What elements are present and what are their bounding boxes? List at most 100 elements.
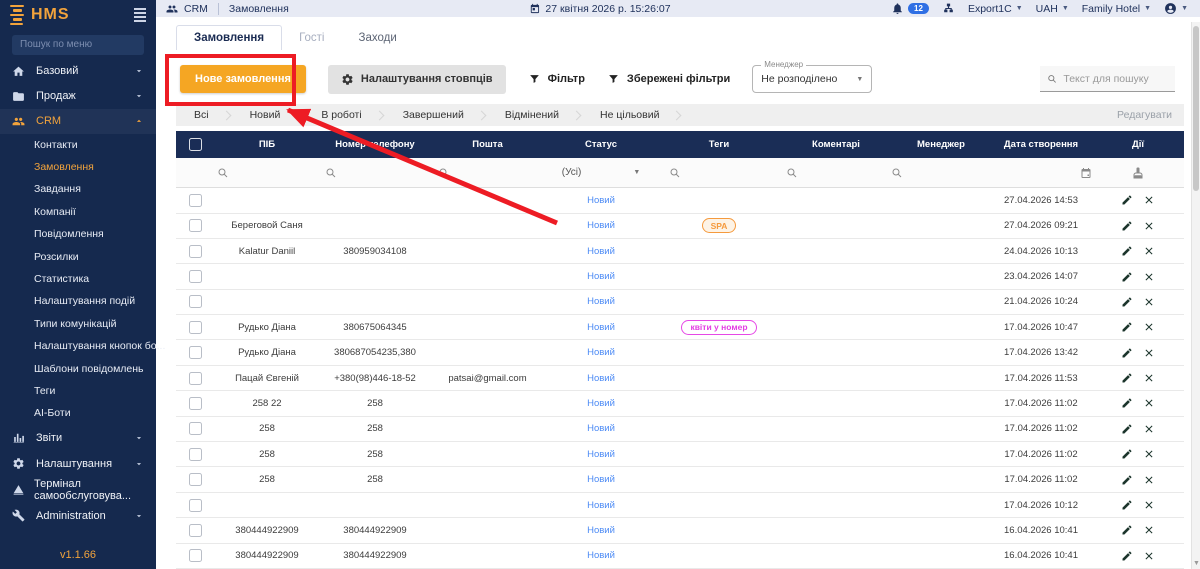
row-checkbox[interactable] bbox=[189, 193, 202, 207]
sidebar-subitem[interactable]: Шаблони повідомлень bbox=[0, 357, 156, 379]
clear-filters-icon[interactable] bbox=[1132, 167, 1144, 179]
edit-button[interactable] bbox=[1116, 245, 1138, 257]
sidebar-item[interactable]: Налаштування bbox=[0, 451, 156, 477]
notifications-button[interactable]: 12 bbox=[891, 2, 929, 15]
delete-button[interactable] bbox=[1138, 296, 1160, 308]
row-status-link[interactable]: Новий bbox=[587, 220, 615, 231]
sidebar-subitem[interactable]: Статистика bbox=[0, 268, 156, 290]
row-status-link[interactable]: Новий bbox=[587, 347, 615, 358]
edit-button[interactable] bbox=[1116, 474, 1138, 486]
edit-button[interactable] bbox=[1116, 524, 1138, 536]
row-status-link[interactable]: Новий bbox=[587, 525, 615, 536]
delete-button[interactable] bbox=[1138, 474, 1160, 486]
delete-button[interactable] bbox=[1138, 397, 1160, 409]
delete-button[interactable] bbox=[1138, 271, 1160, 283]
row-status-link[interactable]: Новий bbox=[587, 195, 615, 206]
delete-button[interactable] bbox=[1138, 245, 1160, 257]
manager-select[interactable]: Менеджер Не розподілено ▼ bbox=[752, 60, 873, 94]
delete-button[interactable] bbox=[1138, 321, 1160, 333]
search-icon[interactable] bbox=[325, 167, 337, 179]
saved-filters-button[interactable]: Збережені фільтри bbox=[607, 73, 730, 86]
row-status-link[interactable]: Новий bbox=[587, 449, 615, 460]
row-status-link[interactable]: Новий bbox=[587, 550, 615, 561]
edit-button[interactable] bbox=[1116, 296, 1138, 308]
sidebar-item[interactable]: Базовий bbox=[0, 59, 156, 84]
sidebar-subitem[interactable]: Типи комунікацій bbox=[0, 313, 156, 335]
row-status-link[interactable]: Новий bbox=[587, 271, 615, 282]
sidebar-subitem[interactable]: Завдання bbox=[0, 178, 156, 200]
tab-guests[interactable]: Гості bbox=[282, 26, 341, 50]
row-status-link[interactable]: Новий bbox=[587, 500, 615, 511]
edit-button[interactable] bbox=[1116, 220, 1138, 232]
sidebar-subitem[interactable]: Теги bbox=[0, 380, 156, 402]
scrollbar-thumb[interactable] bbox=[1193, 26, 1199, 191]
row-status-link[interactable]: Новий bbox=[587, 474, 615, 485]
delete-button[interactable] bbox=[1138, 347, 1160, 359]
row-checkbox[interactable] bbox=[189, 219, 202, 233]
column-header-email[interactable]: Пошта bbox=[431, 139, 544, 150]
delete-button[interactable] bbox=[1138, 550, 1160, 562]
edit-button[interactable] bbox=[1116, 271, 1138, 283]
edit-button[interactable] bbox=[1116, 550, 1138, 562]
status-chip[interactable]: Всі bbox=[188, 109, 215, 121]
delete-button[interactable] bbox=[1138, 194, 1160, 206]
topbar-menu-hotel[interactable]: Family Hotel ▼ bbox=[1082, 3, 1151, 15]
sidebar-subitem[interactable]: Налаштування кнопок бо... bbox=[0, 335, 165, 357]
search-icon[interactable] bbox=[892, 167, 903, 179]
sidebar-subitem[interactable]: Контакти bbox=[0, 134, 156, 156]
sidebar-subitem[interactable]: Повідомлення bbox=[0, 223, 156, 245]
row-checkbox[interactable] bbox=[189, 498, 202, 512]
search-icon[interactable] bbox=[669, 167, 681, 179]
row-checkbox[interactable] bbox=[189, 422, 202, 436]
edit-button[interactable] bbox=[1116, 194, 1138, 206]
integrations-button[interactable] bbox=[942, 2, 955, 15]
edit-chips-link[interactable]: Редагувати bbox=[1117, 109, 1172, 121]
new-order-button[interactable]: Нове замовлення bbox=[180, 65, 306, 94]
search-icon[interactable] bbox=[217, 167, 229, 179]
sidebar-subitem[interactable]: Розсилки bbox=[0, 245, 156, 267]
edit-button[interactable] bbox=[1116, 448, 1138, 460]
select-all-checkbox[interactable] bbox=[189, 138, 202, 152]
breadcrumb[interactable]: CRM Замовлення bbox=[166, 2, 289, 15]
menu-search-input[interactable] bbox=[12, 34, 144, 55]
row-checkbox[interactable] bbox=[189, 549, 202, 563]
status-chip[interactable]: Завершений bbox=[397, 109, 470, 121]
row-checkbox[interactable] bbox=[189, 346, 202, 360]
status-chip[interactable]: В роботі bbox=[315, 109, 367, 121]
column-header-manager[interactable]: Менеджер bbox=[892, 139, 990, 150]
sidebar-subitem[interactable]: AI-Боти bbox=[0, 402, 156, 424]
filter-button[interactable]: Фільтр bbox=[528, 73, 585, 86]
row-status-link[interactable]: Новий bbox=[587, 246, 615, 257]
status-chip[interactable]: Новий bbox=[244, 109, 287, 121]
status-chip[interactable]: Не цільовий bbox=[594, 109, 665, 121]
row-checkbox[interactable] bbox=[189, 270, 202, 283]
status-filter-select[interactable]: (Усі) ▼ bbox=[562, 167, 641, 178]
column-header-status[interactable]: Статус bbox=[544, 139, 658, 150]
topbar-menu-currency[interactable]: UAH ▼ bbox=[1036, 3, 1069, 15]
vertical-scrollbar[interactable]: ▼ bbox=[1191, 22, 1200, 569]
status-chip[interactable]: Відмінений bbox=[499, 109, 565, 121]
sidebar-item[interactable]: Administration bbox=[0, 503, 156, 529]
edit-button[interactable] bbox=[1116, 397, 1138, 409]
delete-button[interactable] bbox=[1138, 372, 1160, 384]
row-status-link[interactable]: Новий bbox=[587, 296, 615, 307]
row-status-link[interactable]: Новий bbox=[587, 398, 615, 409]
column-header-date[interactable]: Дата створення bbox=[990, 139, 1092, 150]
sidebar-item[interactable]: CRM bbox=[0, 108, 156, 134]
sidebar-subitem[interactable]: Замовлення bbox=[0, 156, 156, 178]
calendar-icon[interactable] bbox=[1080, 167, 1092, 179]
table-search-input[interactable] bbox=[1063, 72, 1168, 85]
sidebar-collapse-icon[interactable] bbox=[134, 8, 146, 22]
row-checkbox[interactable] bbox=[189, 371, 202, 385]
search-icon[interactable] bbox=[438, 167, 450, 179]
row-checkbox[interactable] bbox=[189, 447, 202, 461]
delete-button[interactable] bbox=[1138, 499, 1160, 511]
delete-button[interactable] bbox=[1138, 448, 1160, 460]
edit-button[interactable] bbox=[1116, 372, 1138, 384]
sidebar-item[interactable]: Звіти bbox=[0, 425, 156, 451]
tab-events[interactable]: Заходи bbox=[342, 26, 414, 50]
edit-button[interactable] bbox=[1116, 321, 1138, 333]
edit-button[interactable] bbox=[1116, 347, 1138, 359]
sidebar-item[interactable]: Термінал самообслуговува... bbox=[0, 477, 156, 503]
sidebar-subitem[interactable]: Налаштування подій bbox=[0, 290, 156, 312]
